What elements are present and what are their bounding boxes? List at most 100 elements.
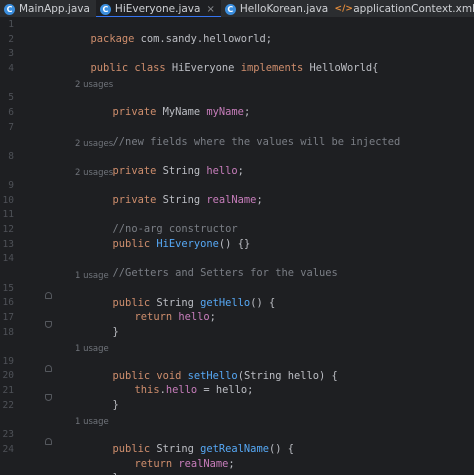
interface-name: HelloWorld{ (303, 62, 379, 75)
keyword: private (112, 164, 157, 177)
line-number: 7 (8, 121, 14, 133)
fold-toggle-icon[interactable] (45, 321, 52, 328)
code-line: } (75, 311, 119, 338)
code-line: return hello; (97, 296, 216, 323)
punctuation: ; (228, 457, 235, 470)
code-line: } (75, 384, 119, 411)
fold-toggle-icon[interactable] (45, 438, 52, 445)
usage-hint[interactable]: 2 usages (75, 138, 113, 150)
fold-toggle-icon[interactable] (45, 394, 52, 401)
line-number: 14 (2, 253, 14, 265)
package-name: com.sandy.helloworld; (134, 33, 272, 45)
code-line: } (75, 457, 119, 475)
keyword: return (134, 457, 173, 470)
line-number: 13 (2, 238, 14, 250)
line-number: 5 (8, 92, 14, 104)
code-line: //new fields where the values will be in… (75, 121, 401, 148)
field-name: hello (165, 384, 198, 397)
line-number: 24 (2, 443, 14, 455)
line-number: 21 (2, 385, 14, 397)
line-number: 4 (8, 62, 14, 74)
line-number: 22 (2, 399, 14, 411)
line-number: 18 (2, 326, 14, 338)
code-line: //no-arg constructor (75, 208, 238, 235)
usage-hint[interactable]: 1 usage (75, 416, 109, 428)
punctuation: () {} (218, 238, 251, 250)
comment: //new fields where the values will be in… (112, 135, 401, 148)
field-name: myName (206, 106, 244, 119)
keyword: private (112, 194, 157, 206)
line-number: 2 (8, 33, 14, 45)
closing-brace: } (112, 325, 119, 338)
usage-hint[interactable]: 2 usages (75, 79, 113, 91)
close-icon[interactable]: × (206, 4, 214, 15)
keyword: return (134, 311, 173, 324)
code-line: package com.sandy.helloworld; (53, 18, 272, 45)
field-name: hello (206, 164, 238, 177)
punctuation: ; (209, 311, 216, 324)
tab-label: MainApp.java (19, 3, 90, 15)
punctuation: () { (268, 443, 294, 455)
code-line: public class HiEveryone implements Hello… (53, 47, 379, 74)
code-line: public String getHello() { (75, 282, 276, 309)
java-class-icon: C (99, 3, 111, 15)
keyword: public class (90, 62, 166, 75)
tab-application-context-xml[interactable]: </> applicationContext.xml (334, 0, 474, 17)
code-line: public String getRealName() { (75, 428, 294, 455)
line-number-gutter: 1 2 3 4 5 6 7 8 9 10 11 12 13 14 15 16 1… (0, 18, 44, 475)
field-name: realName (172, 457, 229, 470)
line-number: 10 (2, 194, 14, 206)
comment: //Getters and Setters for the values (112, 267, 338, 280)
assignment: = hello; (197, 384, 254, 397)
punctuation: () { (250, 296, 276, 309)
fold-toggle-icon[interactable] (45, 365, 52, 372)
keyword: public (112, 238, 151, 250)
type-name: MyName (156, 106, 207, 119)
type-name: String (156, 194, 207, 206)
field-name: hello (172, 311, 210, 324)
code-line: return realName; (97, 443, 235, 470)
line-number: 19 (2, 355, 14, 367)
usage-hint[interactable]: 1 usage (75, 270, 109, 282)
code-line: private MyName myName; (75, 91, 251, 118)
punctuation: ; (243, 106, 251, 119)
tab-label: applicationContext.xml (353, 3, 474, 15)
keyword: implements (240, 62, 304, 75)
keyword: this (134, 384, 160, 397)
code-line: this.hello = hello; (97, 369, 254, 396)
line-number: 1 (8, 19, 14, 30)
tab-hieveryone-java[interactable]: C HiEveryone.java × (95, 0, 221, 17)
line-number: 16 (2, 297, 14, 309)
tab-mainapp-java[interactable]: C MainApp.java (0, 0, 96, 17)
usage-hint[interactable]: 2 usages (75, 167, 113, 179)
line-number: 8 (8, 150, 14, 162)
line-number: 3 (8, 48, 14, 60)
closing-brace: } (112, 399, 119, 412)
line-number: 11 (2, 209, 14, 221)
java-class-icon: C (4, 3, 15, 15)
tab-hellokorean-java[interactable]: C HelloKorean.java (221, 0, 334, 17)
code-area[interactable]: package com.sandy.helloworld; public cla… (53, 18, 474, 475)
fold-toggle-icon[interactable] (45, 291, 52, 299)
usage-hint[interactable]: 1 usage (75, 343, 109, 355)
type-name: String (156, 164, 207, 177)
field-name: realName (206, 194, 257, 206)
line-number: 6 (8, 106, 14, 118)
xml-file-icon: </> (334, 4, 353, 14)
punctuation: ; (237, 164, 244, 177)
code-line: private String realName; (75, 179, 263, 206)
line-number: 17 (2, 311, 14, 323)
code-line: public void setHello(String hello) { (75, 355, 338, 382)
tab-label: HiEveryone.java (114, 3, 201, 15)
code-line: //Getters and Setters for the values (75, 252, 338, 279)
keyword: private (112, 106, 157, 119)
java-class-icon: C (224, 3, 236, 15)
line-number: 12 (2, 224, 14, 235)
line-number: 9 (8, 180, 14, 191)
code-line: private String hello; (75, 150, 244, 177)
line-number: 20 (2, 370, 14, 382)
line-number: 15 (2, 282, 14, 294)
line-number: 23 (2, 429, 14, 440)
class-name: HiEveryone (165, 62, 241, 75)
code-editor[interactable]: 1 2 3 4 5 6 7 8 9 10 11 12 13 14 15 16 1… (0, 18, 474, 475)
